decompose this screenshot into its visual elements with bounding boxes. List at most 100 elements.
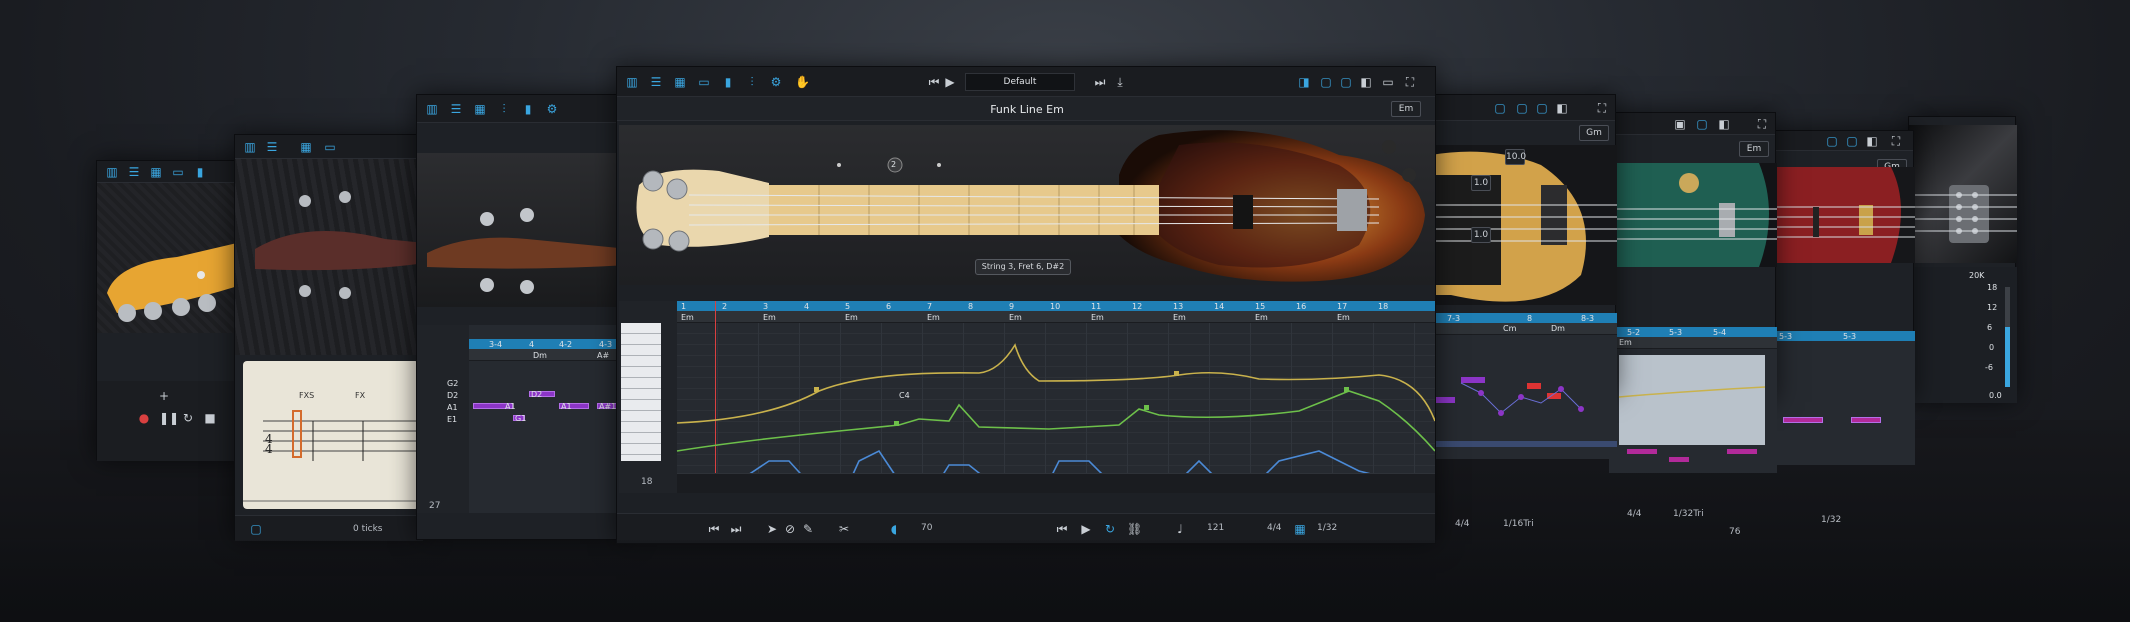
play-icon[interactable]: ▶ (1079, 522, 1093, 536)
roll-position[interactable]: 18 (641, 477, 652, 487)
chart-icon[interactable]: ▮ (521, 102, 535, 116)
main-piano-roll: C4 18 1 2 3 4 5 6 7 8 9 10 11 12 13 14 15 16 17 18 Em Em Em E… (619, 301, 1435, 493)
tempo-value[interactable]: 121 (1207, 523, 1224, 533)
next-preset-icon[interactable]: ⏭ (1093, 75, 1107, 89)
view-icon[interactable]: ▢ (1319, 75, 1333, 89)
hand-icon[interactable]: ✋ (795, 75, 810, 89)
note[interactable] (1851, 417, 1881, 423)
view-icon[interactable]: ▢ (1695, 117, 1709, 131)
window-icon[interactable]: ▭ (171, 165, 185, 179)
velocity-value[interactable]: 70 (921, 523, 932, 533)
pencil-icon[interactable]: ✎ (801, 522, 815, 536)
grid-value[interactable]: 1/16Tri (1503, 519, 1534, 529)
loop-icon[interactable]: ↻ (1103, 522, 1117, 536)
metronome-icon[interactable]: ♩ (1173, 522, 1187, 536)
panel-icon[interactable]: ▣ (1673, 117, 1687, 131)
forward-icon[interactable]: ⏭ (729, 522, 743, 536)
mixer-icon[interactable]: ⫶ (497, 102, 511, 116)
piano-roll: 5-2 5-3 5-4 Em (1609, 327, 1777, 473)
loop-icon[interactable]: ↻ (181, 411, 195, 425)
value-box[interactable]: 1.0 (1471, 227, 1491, 243)
automation-curve (1618, 386, 1766, 462)
pointer-icon[interactable]: ➤ (765, 522, 779, 536)
view-icon[interactable]: ▢ (1515, 101, 1529, 115)
play-icon[interactable]: ▶ (943, 75, 957, 89)
add-icon[interactable]: + (157, 389, 171, 403)
chart-icon[interactable]: ▮ (721, 75, 735, 89)
prev-icon[interactable]: ⏮ (1055, 522, 1069, 536)
fullscreen-icon[interactable]: ⛶ (1403, 75, 1417, 89)
link-icon[interactable]: ⛓ (1127, 522, 1142, 536)
grid-icon[interactable]: ▦ (299, 140, 313, 154)
layout-icon[interactable]: ◧ (1555, 101, 1569, 115)
view-icon[interactable]: ▢ (1535, 101, 1549, 115)
mixer-icon[interactable]: ⫶ (745, 75, 759, 89)
minimize-icon[interactable]: ▭ (1381, 75, 1395, 89)
view-icon[interactable]: ▢ (1493, 101, 1507, 115)
view-icon[interactable]: ▢ (1845, 134, 1859, 148)
sliders-icon[interactable]: ☰ (127, 165, 141, 179)
bass-image (417, 153, 629, 307)
preset-selector[interactable]: Default (965, 73, 1075, 91)
sliders-icon[interactable]: ☰ (265, 140, 279, 154)
strings-icon[interactable]: ▥ (105, 165, 119, 179)
erase-icon[interactable]: ⊘ (783, 522, 797, 536)
view-icon[interactable]: ▢ (249, 522, 263, 536)
grid-value[interactable]: 1/32Tri (1673, 509, 1704, 519)
gear-icon[interactable]: ⚙ (769, 75, 783, 89)
track-headers (417, 325, 469, 513)
value-box[interactable]: 1.0 (1471, 175, 1491, 191)
velocity-icon[interactable]: ◖ (887, 522, 901, 536)
grid-value[interactable]: 1/32 (1317, 523, 1337, 533)
fullscreen-icon[interactable]: ⛶ (1889, 134, 1903, 148)
grid-icon[interactable]: ▦ (473, 102, 487, 116)
position-value[interactable]: 27 (429, 501, 440, 511)
note[interactable] (1783, 417, 1823, 423)
screenshot-stage: 20K 18 12 6 0 -6 0.0 ▢ ▢ ◧ ⛶ Gm (0, 0, 2130, 622)
grid-icon[interactable]: ▦ (1293, 522, 1307, 536)
gear-icon[interactable]: ⚙ (545, 102, 559, 116)
strings-icon[interactable]: ▥ (625, 75, 639, 89)
grid-value[interactable]: 1/32 (1821, 515, 1841, 525)
pause-icon[interactable]: ❚❚ (159, 411, 179, 425)
window-icon[interactable]: ▭ (697, 75, 711, 89)
grid-icon[interactable]: ▦ (149, 165, 163, 179)
ticks-value[interactable]: 0 ticks (353, 524, 382, 534)
sliders-icon[interactable]: ☰ (449, 102, 463, 116)
sliders-icon[interactable]: ☰ (649, 75, 663, 89)
view-icon[interactable]: ▢ (1825, 134, 1839, 148)
chart-icon[interactable]: ▮ (193, 165, 207, 179)
layout-icon[interactable]: ◧ (1717, 117, 1731, 131)
note-label: D2 (531, 390, 543, 399)
stop-icon[interactable]: ■ (203, 411, 217, 425)
prev-preset-icon[interactable]: ⏮ (927, 75, 941, 89)
key-button[interactable]: Em (1739, 141, 1769, 157)
record-icon[interactable]: ● (137, 411, 151, 425)
value-box[interactable]: 10.0 (1505, 149, 1526, 165)
window-d: ▣ ▢ ◧ ⛶ Em 5-2 5-3 5-4 Em 4/4 1/32Tri 76 (1608, 112, 1777, 537)
chord-label: Em (1173, 313, 1186, 322)
layout-icon[interactable]: ◧ (1359, 75, 1373, 89)
key-button[interactable]: Gm (1579, 125, 1609, 141)
rewind-icon[interactable]: ⏮ (707, 522, 721, 536)
layout-icon[interactable]: ◧ (1865, 134, 1879, 148)
time-signature[interactable]: 4/4 (1455, 519, 1469, 529)
sidebar-icon[interactable]: ◨ (1297, 75, 1311, 89)
view-icon[interactable]: ▢ (1339, 75, 1353, 89)
tempo-value[interactable]: 76 (1729, 527, 1740, 537)
bar-number: 18 (1378, 302, 1389, 311)
strings-icon[interactable]: ▥ (425, 102, 439, 116)
key-button[interactable]: Em (1391, 101, 1421, 117)
window-icon[interactable]: ▭ (323, 140, 337, 154)
grid-icon[interactable]: ▦ (673, 75, 687, 89)
cut-icon[interactable]: ✂ (837, 522, 851, 536)
strings-icon[interactable]: ▥ (243, 140, 257, 154)
time-signature[interactable]: 4/4 (1627, 509, 1641, 519)
fullscreen-icon[interactable]: ⛶ (1755, 117, 1769, 131)
time-signature[interactable]: 4/4 (1267, 523, 1281, 533)
green-bass-graphic (1609, 163, 1777, 267)
chord-label: Em (927, 313, 940, 322)
save-icon[interactable]: ⤓ (1113, 75, 1127, 89)
chord-label: A# (597, 351, 610, 360)
fullscreen-icon[interactable]: ⛶ (1595, 101, 1609, 115)
